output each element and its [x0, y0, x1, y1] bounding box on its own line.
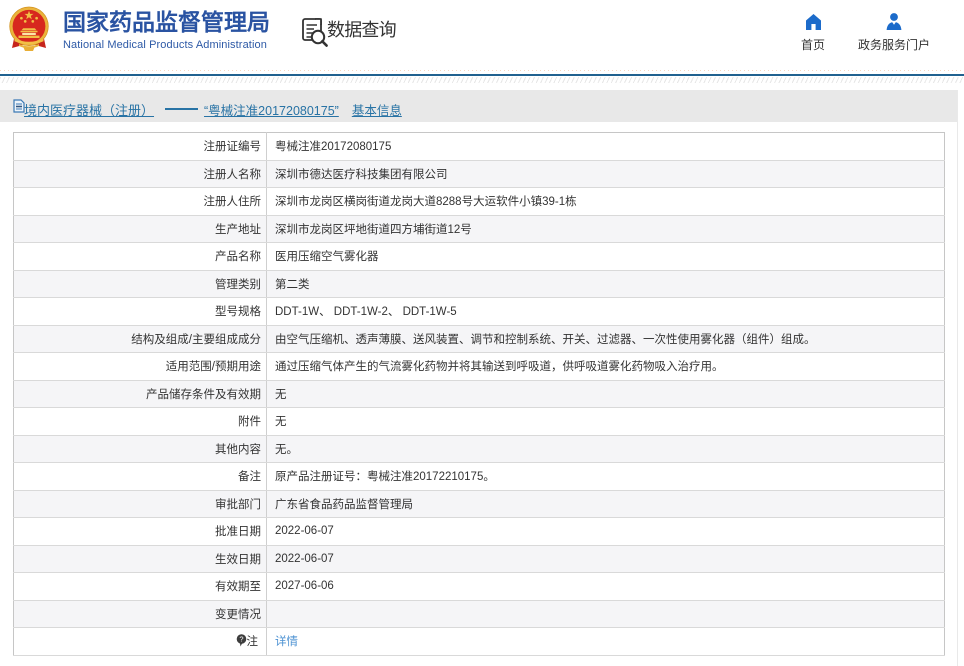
svg-text:?: ?	[239, 635, 243, 644]
